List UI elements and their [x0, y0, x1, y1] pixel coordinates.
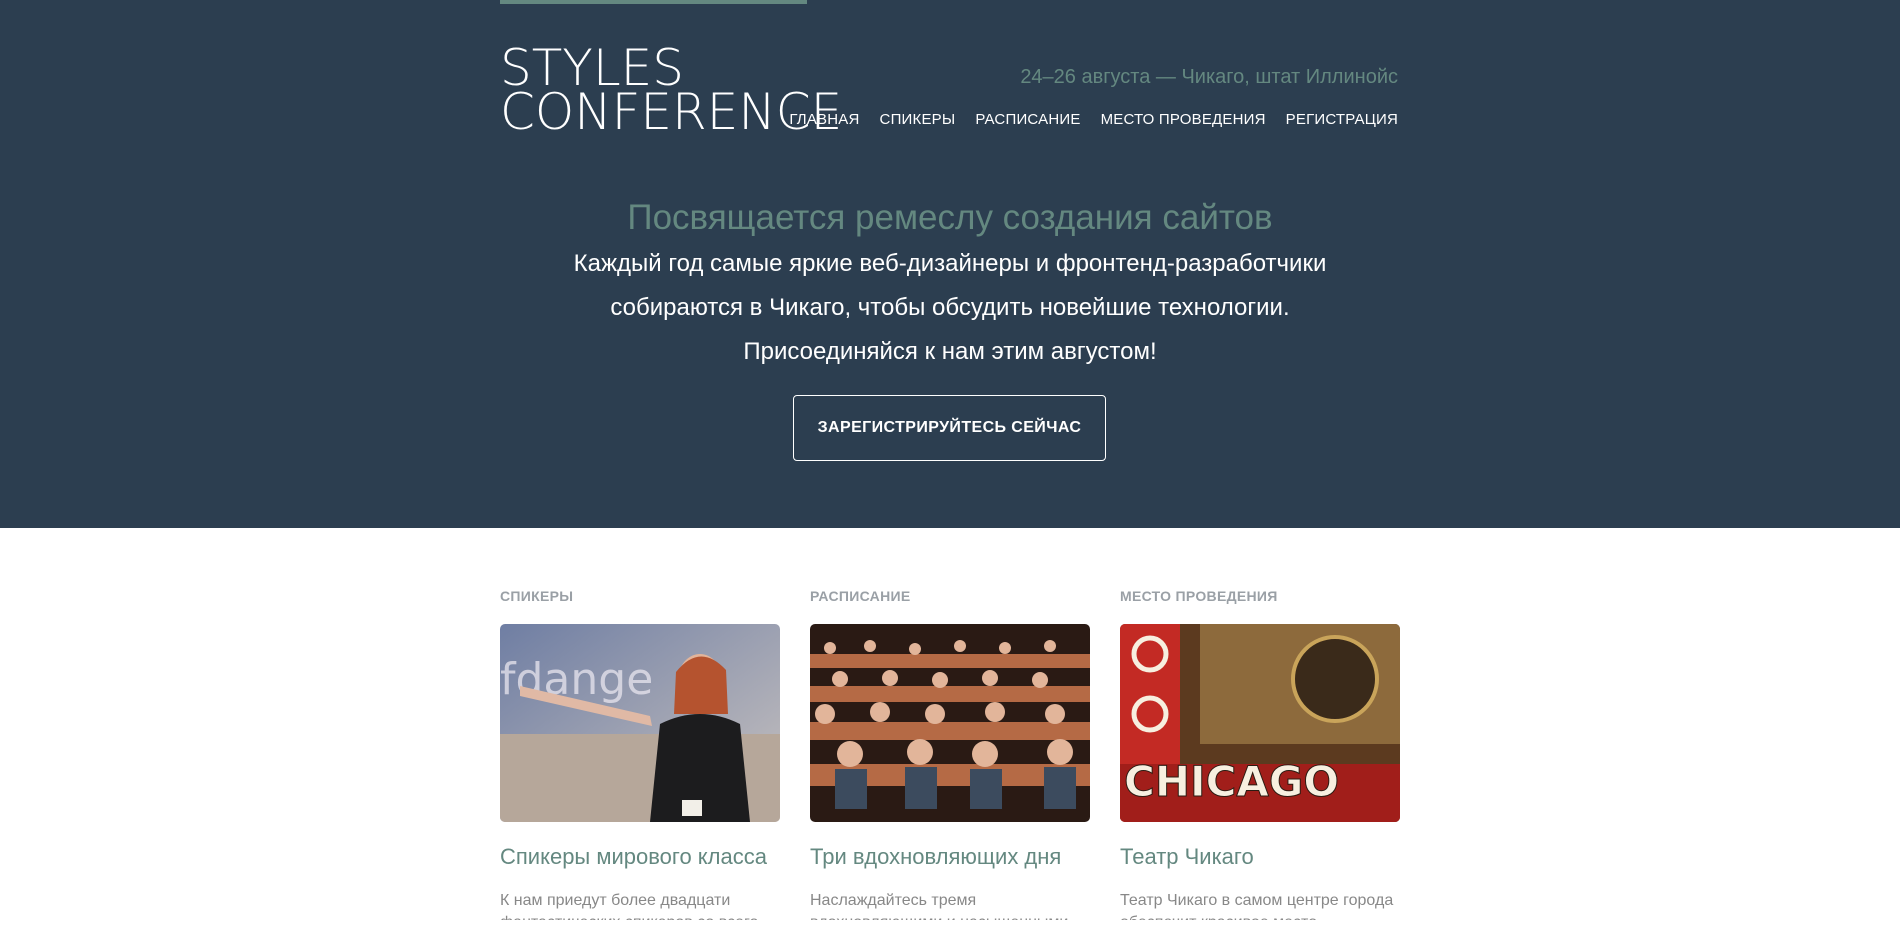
teaser-heading[interactable]: Спикеры мирового класса	[500, 844, 780, 870]
chicago-sign-text: CHICAGO	[1124, 757, 1339, 806]
teaser-text: Наслаждайтесь тремя вдохновляющими и нас…	[810, 892, 1068, 920]
teaser-venue: МЕСТО ПРОВЕДЕНИЯ CHICAGO Театр Чикаго Те…	[1120, 588, 1400, 920]
main-nav: ГЛАВНАЯ СПИКЕРЫ РАСПИСАНИЕ МЕСТО ПРОВЕДЕ…	[789, 111, 1398, 128]
teaser-text: К нам приедут более двадцати фантастичес…	[500, 892, 758, 920]
date-location: 24–26 августа — Чикаго, штат Иллинойс	[1020, 66, 1398, 88]
nav-item-schedule[interactable]: РАСПИСАНИЕ	[975, 111, 1080, 128]
top-accent-bar	[500, 0, 807, 4]
logo-line-2: CONFERENCE	[500, 83, 843, 141]
teaser-heading[interactable]: Театр Чикаго	[1120, 844, 1400, 870]
teaser-label: СПИКЕРЫ	[500, 588, 574, 604]
hero-lead: Каждый год самые яркие веб-дизайнеры и ф…	[550, 242, 1350, 374]
teaser-text: Театр Чикаго в самом центре города обесп…	[1120, 892, 1394, 920]
hero-lead-line-3: Присоединяйся к нам этим августом!	[743, 338, 1157, 365]
nav-item-venue[interactable]: МЕСТО ПРОВЕДЕНИЯ	[1101, 111, 1266, 128]
teaser-label: РАСПИСАНИЕ	[810, 588, 911, 604]
teaser-speakers: СПИКЕРЫ fdange Спикеры мирового класса К…	[500, 588, 780, 920]
hero-section: STYLES CONFERENCE 24–26 августа — Чикаго…	[0, 0, 1900, 528]
site-logo[interactable]: STYLES CONFERENCE	[500, 43, 843, 141]
audience-photo[interactable]	[810, 624, 1090, 822]
teaser-schedule: РАСПИСАНИЕ Три вдохновляющих дня Наслажд…	[810, 588, 1090, 920]
nav-item-speakers[interactable]: СПИКЕРЫ	[880, 111, 956, 128]
register-now-button[interactable]: ЗАРЕГИСТРИРУЙТЕСЬ СЕЙЧАС	[793, 395, 1106, 461]
speaker-screen-text: fdange	[500, 654, 653, 705]
venue-photo[interactable]: CHICAGO	[1120, 624, 1400, 822]
hero-title: Посвящается ремеслу создания сайтов	[627, 198, 1273, 237]
nav-item-home[interactable]: ГЛАВНАЯ	[789, 111, 859, 128]
teaser-heading[interactable]: Три вдохновляющих дня	[810, 844, 1090, 870]
hero-lead-line-1: Каждый год самые яркие веб-дизайнеры и ф…	[573, 250, 1327, 277]
teasers-section: СПИКЕРЫ fdange Спикеры мирового класса К…	[500, 588, 1400, 920]
teaser-label: МЕСТО ПРОВЕДЕНИЯ	[1120, 588, 1278, 604]
speaker-photo[interactable]: fdange	[500, 624, 780, 822]
nav-item-register[interactable]: РЕГИСТРАЦИЯ	[1286, 111, 1398, 128]
hero-lead-line-2: собираются в Чикаго, чтобы обсудить нове…	[610, 294, 1290, 321]
